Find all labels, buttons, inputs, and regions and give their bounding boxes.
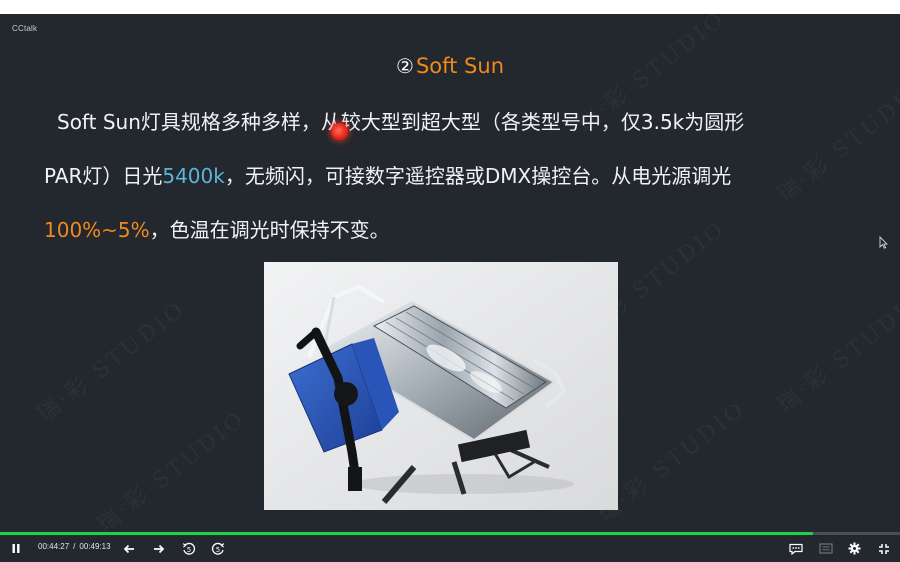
line-1-text: Soft Sun灯具规格多种多样，从较大型到超大型（各类型号中，仅3.5k为圆形 (57, 110, 745, 134)
settings-button[interactable] (846, 540, 862, 557)
previous-button[interactable] (121, 540, 137, 557)
app-brand: CCtalk (12, 24, 38, 33)
laser-pointer-icon (331, 123, 348, 140)
paragraph-line-1: Soft Sun灯具规格多种多样，从较大型到超大型（各类型号中，仅3.5k为圆形 (57, 110, 877, 134)
forward-5-icon: 5 (211, 542, 224, 555)
slide-title: ②Soft Sun (0, 54, 900, 78)
gear-icon (848, 542, 860, 555)
line-2-text-a: PAR灯）日光 (44, 164, 163, 188)
next-button[interactable] (151, 540, 167, 557)
chat-button[interactable] (787, 540, 804, 557)
arrow-right-icon (154, 544, 165, 553)
pause-button[interactable] (8, 540, 24, 557)
rewind-5-icon: 5 (182, 542, 195, 555)
watermark: 瑞·彩 STUDIO (29, 292, 191, 428)
color-temp-highlight: 5400k (162, 164, 225, 188)
svg-text:5: 5 (186, 546, 190, 554)
subtitle-icon (818, 543, 833, 554)
top-margin (0, 0, 900, 14)
total-time: 00:49:13 (79, 542, 111, 551)
pause-icon (12, 544, 20, 553)
arrow-left-icon (123, 544, 134, 553)
video-player[interactable]: 瑞·彩 STUDIO 瑞·彩 STUDIO 瑞·彩 STUDIO 瑞·彩 STU… (0, 14, 900, 562)
time-separator: / (73, 542, 76, 551)
subtitle-button[interactable] (817, 540, 834, 557)
title-text: Soft Sun (415, 54, 504, 78)
paragraph-line-2: PAR灯）日光5400k，无频闪，可接数字遥控器或DMX操控台。从电光源调光 (44, 164, 864, 188)
time-display: 00:44:27/00:49:13 (38, 542, 111, 551)
line-2-text-b: ，无频闪，可接数字遥控器或DMX操控台。从电光源调光 (224, 164, 732, 188)
exit-fullscreen-icon (879, 543, 889, 554)
line-3-text-b: ，色温在调光时保持不变。 (149, 218, 390, 242)
dimming-range-highlight: 100%~5% (44, 218, 150, 242)
chat-bubble-icon (788, 543, 803, 555)
exit-fullscreen-button[interactable] (876, 540, 892, 557)
current-time: 00:44:27 (38, 542, 70, 551)
control-bar: 00:44:27/00:49:13 5 5 (0, 535, 900, 562)
forward-5-button[interactable]: 5 (209, 540, 226, 557)
soft-sun-fixture-image (264, 262, 618, 510)
svg-text:5: 5 (215, 546, 219, 554)
rewind-5-button[interactable]: 5 (180, 540, 197, 557)
watermark: 瑞·彩 STUDIO (769, 282, 900, 418)
title-number: ② (396, 54, 414, 78)
mouse-cursor-icon (879, 236, 888, 249)
slide-canvas: 瑞·彩 STUDIO 瑞·彩 STUDIO 瑞·彩 STUDIO 瑞·彩 STU… (0, 14, 900, 532)
watermark: 瑞·彩 STUDIO (89, 402, 251, 532)
paragraph-line-3: 100%~5%，色温在调光时保持不变。 (44, 218, 864, 242)
